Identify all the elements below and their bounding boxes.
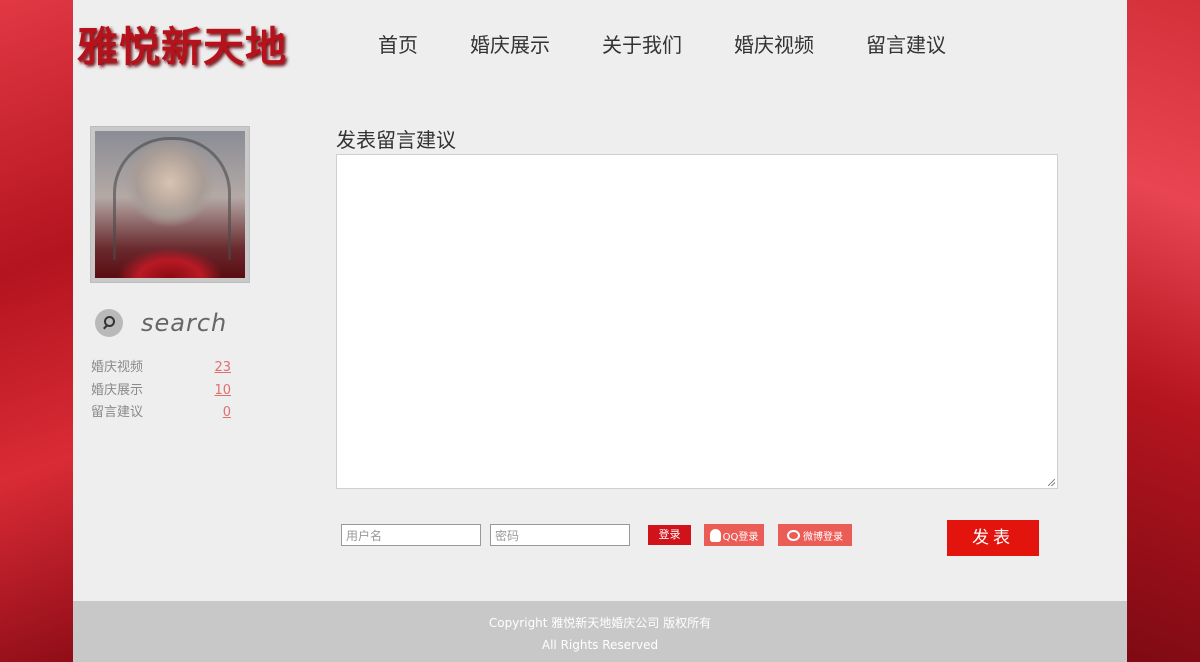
footer-copyright: Copyright 雅悦新天地婚庆公司 版权所有 [488, 616, 712, 630]
nav-item-wedding-gallery[interactable]: 婚庆展示 [470, 30, 550, 60]
left-fabric-background [0, 0, 73, 662]
weibo-login-label: 微博登录 [803, 531, 843, 543]
category-count[interactable]: 23 [214, 358, 231, 381]
page-container: 雅悦新天地 首页 婚庆展示 关于我们 婚庆视频 留言建议 search 婚庆视频… [73, 0, 1127, 662]
category-count[interactable]: 10 [214, 381, 231, 404]
category-item[interactable]: 留言建议 0 [91, 403, 231, 426]
username-input[interactable]: 用户名 [341, 524, 481, 546]
password-input[interactable]: 密码 [490, 524, 630, 546]
category-list: 婚庆视频 23 婚庆展示 10 留言建议 0 [91, 358, 231, 426]
category-name[interactable]: 婚庆视频 [91, 358, 143, 381]
nav-item-about-us[interactable]: 关于我们 [602, 30, 682, 60]
category-count[interactable]: 0 [223, 403, 231, 426]
weibo-login-button[interactable]: 微博登录 [778, 524, 852, 546]
nav-item-wedding-videos[interactable]: 婚庆视频 [734, 30, 814, 60]
resize-handle-icon[interactable] [1048, 479, 1055, 486]
nav-item-guestbook[interactable]: 留言建议 [866, 30, 946, 60]
main-nav: 首页 婚庆展示 关于我们 婚庆视频 留言建议 [378, 30, 946, 60]
login-button[interactable]: 登录 [648, 525, 691, 545]
post-message-button[interactable]: 发表 [947, 520, 1039, 556]
search-icon[interactable] [95, 309, 123, 337]
weibo-icon [787, 529, 800, 541]
password-placeholder: 密码 [495, 529, 520, 543]
nav-item-home[interactable]: 首页 [378, 30, 418, 60]
qq-icon [709, 528, 721, 542]
sidebar-search[interactable]: search [95, 309, 227, 337]
qq-login-button[interactable]: QQ登录 [704, 524, 764, 546]
category-item[interactable]: 婚庆视频 23 [91, 358, 231, 381]
sidebar-wedding-photo[interactable] [90, 126, 250, 283]
username-placeholder: 用户名 [346, 529, 383, 543]
qq-login-label: QQ登录 [722, 531, 759, 543]
site-footer: Copyright 雅悦新天地婚庆公司 版权所有 All Rights Rese… [73, 601, 1127, 662]
category-name[interactable]: 婚庆展示 [91, 381, 143, 404]
wedding-arch-decoration [113, 137, 231, 260]
right-fabric-background [1127, 0, 1200, 662]
footer-rights: All Rights Reserved [541, 638, 659, 652]
category-item[interactable]: 婚庆展示 10 [91, 381, 231, 404]
site-logo[interactable]: 雅悦新天地 [77, 22, 287, 72]
page-title: 发表留言建议 [336, 128, 456, 152]
wedding-photo-image [95, 131, 245, 278]
search-label: search [141, 309, 228, 337]
message-textarea[interactable] [336, 154, 1058, 489]
category-name[interactable]: 留言建议 [91, 403, 143, 426]
